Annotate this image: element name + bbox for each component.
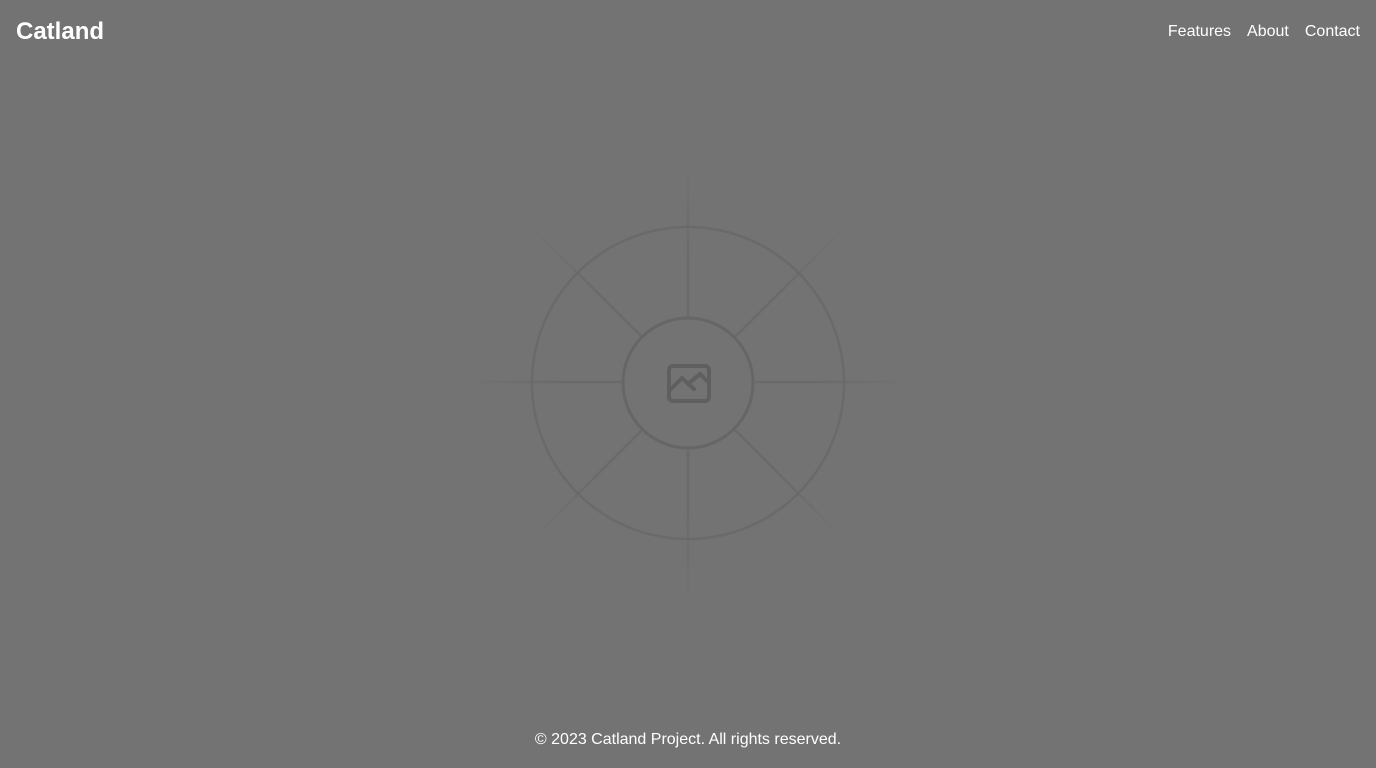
brand-logo-text[interactable]: Catland [16, 16, 104, 48]
image-placeholder-graphic [469, 165, 909, 605]
nav-link-features[interactable]: Features [1168, 21, 1231, 43]
main-nav: Features About Contact [1168, 21, 1360, 43]
site-footer: © 2023 Catland Project. All rights reser… [0, 729, 1376, 751]
hero-image-placeholder [464, 160, 914, 610]
copyright-text: © 2023 Catland Project. All rights reser… [534, 731, 842, 748]
nav-link-contact[interactable]: Contact [1305, 21, 1360, 43]
nav-link-about[interactable]: About [1247, 21, 1289, 43]
page: Catland Features About Contact © 2023 Ca… [0, 0, 1376, 768]
site-header: Catland Features About Contact [0, 0, 1376, 64]
